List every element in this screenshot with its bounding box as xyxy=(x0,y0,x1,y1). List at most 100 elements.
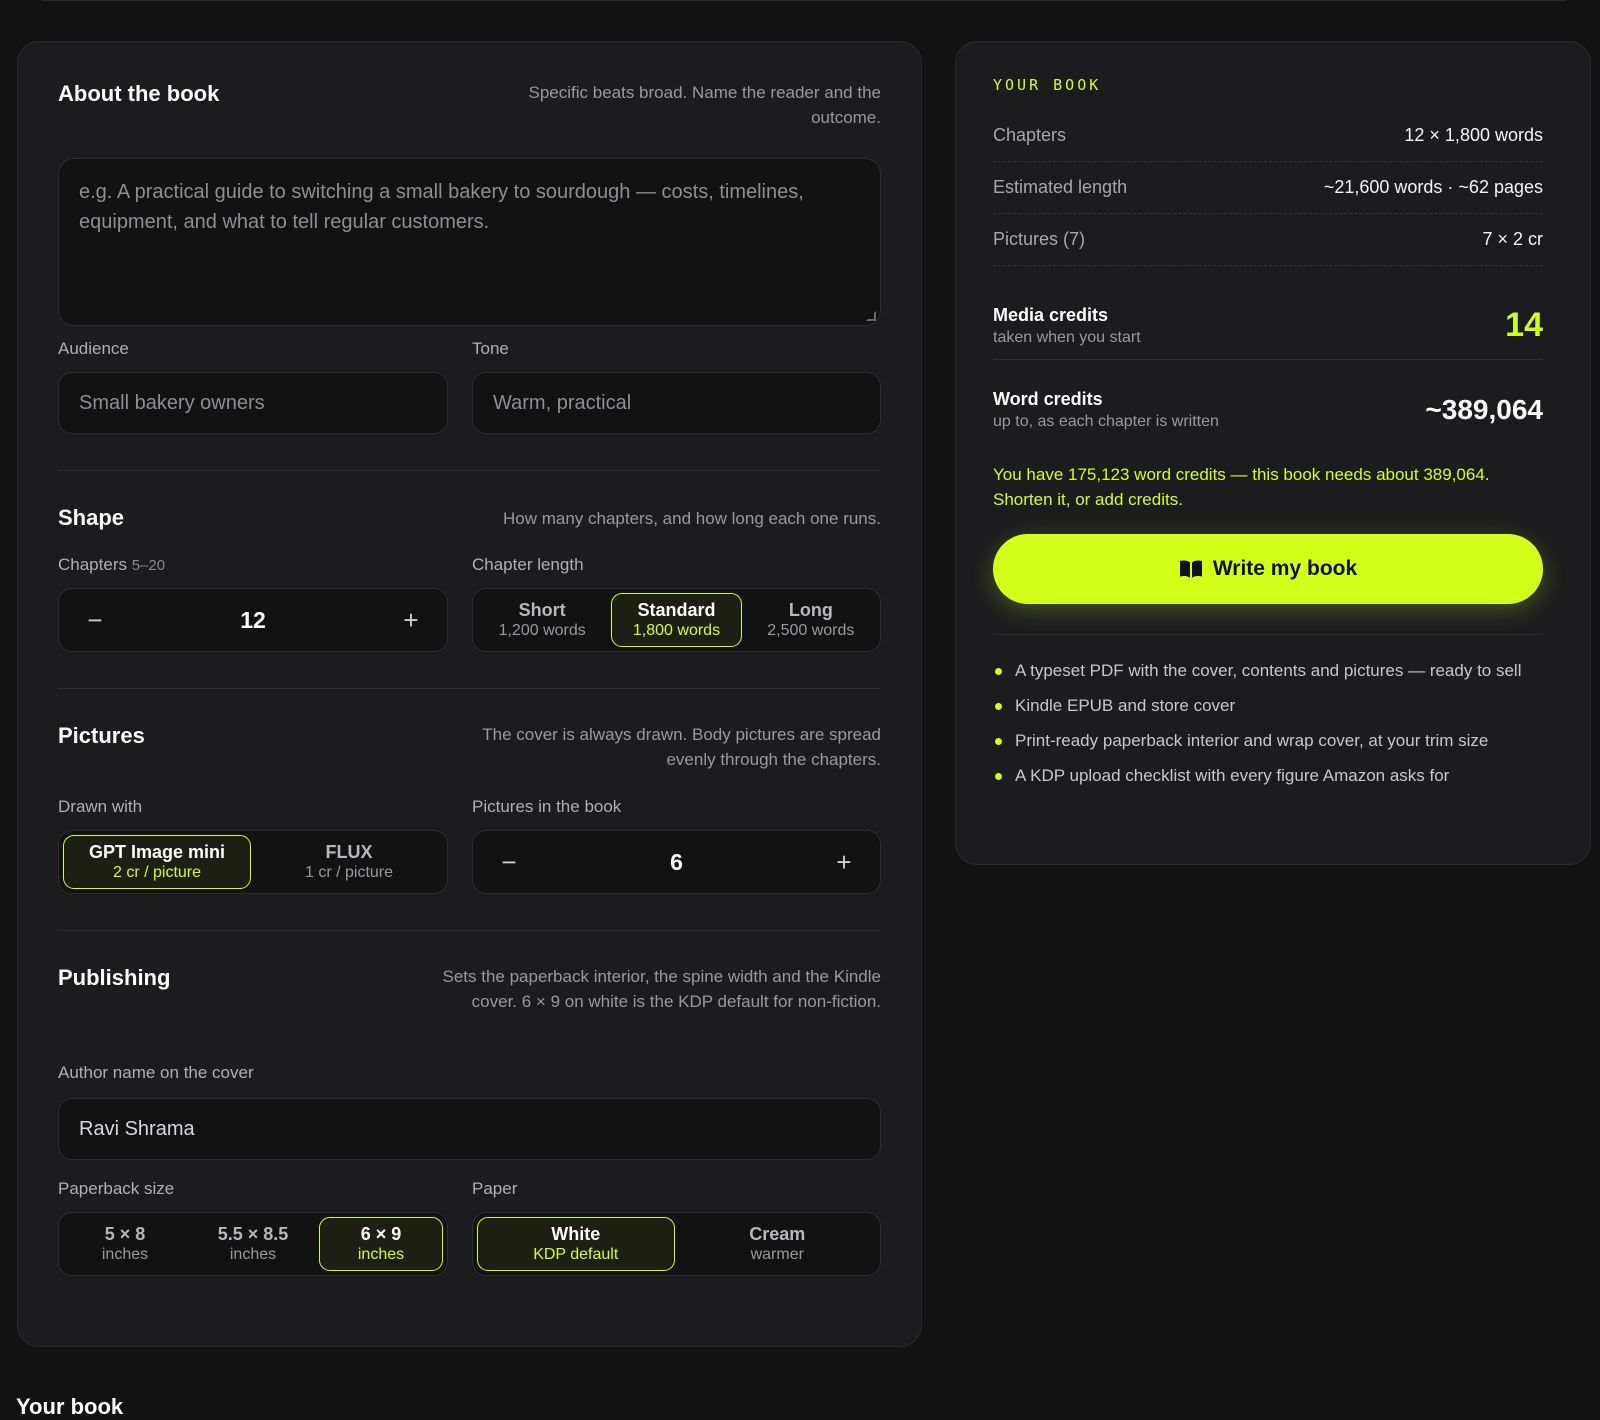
row-key: Estimated length xyxy=(993,177,1128,197)
row-value: 12 × 1,800 words xyxy=(1404,125,1543,145)
next-section-title: Your book xyxy=(16,1394,124,1419)
chapters-stepper[interactable]: − 12 + xyxy=(58,588,448,652)
publishing-hint: Sets the paperback interior, the spine w… xyxy=(442,967,881,1011)
model-flux[interactable]: FLUX 1 cr / picture xyxy=(255,835,443,889)
option-sub: warmer xyxy=(750,1246,804,1263)
credit-warning: You have 175,123 word credits — this boo… xyxy=(993,465,1490,509)
about-title: About the book xyxy=(58,81,220,106)
image-model-segmented: GPT Image mini 2 cr / picture FLUX 1 cr … xyxy=(58,830,448,894)
option-title: Long xyxy=(788,600,833,620)
option-sub: inches xyxy=(229,1246,277,1263)
summary-row-length: Estimated length ~21,600 words · ~62 pag… xyxy=(993,162,1543,214)
write-my-book-button[interactable]: Write my book xyxy=(993,534,1543,604)
option-title: White xyxy=(551,1224,601,1244)
media-credits-sub: taken when you start xyxy=(993,328,1141,346)
chapters-value: 12 xyxy=(240,606,266,633)
book-description-placeholder: e.g. A practical guide to switching a sm… xyxy=(79,181,804,233)
media-credits-value: 14 xyxy=(1505,306,1543,344)
option-title: Cream xyxy=(749,1224,806,1244)
book-description-textarea[interactable]: e.g. A practical guide to switching a sm… xyxy=(58,158,881,326)
row-key: Chapters xyxy=(993,125,1067,145)
pictures-increment-button[interactable]: + xyxy=(830,847,858,878)
word-credits-value: ~389,064 xyxy=(1425,394,1543,425)
publishing-title: Publishing xyxy=(58,965,171,990)
tone-input[interactable]: Warm, practical xyxy=(472,372,881,434)
row-key: Pictures (7) xyxy=(993,229,1086,249)
drawn-with-label: Drawn with xyxy=(58,797,143,816)
top-bar xyxy=(34,0,1574,1)
pictures-stepper[interactable]: − 6 + xyxy=(472,830,881,894)
option-sub: 2,500 words xyxy=(767,622,855,639)
chapter-length-long[interactable]: Long 2,500 words xyxy=(746,593,876,647)
word-credits: Word credits up to, as each chapter is w… xyxy=(993,384,1543,436)
row-value: ~21,600 words · ~62 pages xyxy=(1323,177,1543,197)
audience-input[interactable]: Small bakery owners xyxy=(58,372,448,434)
option-sub: 2 cr / picture xyxy=(112,864,202,881)
resize-grip-icon[interactable] xyxy=(866,311,876,321)
book-form-card: About the book Specific beats broad. Nam… xyxy=(17,41,922,1347)
list-item: Print-ready paperback interior and wrap … xyxy=(993,728,1553,753)
size-6x9[interactable]: 6 × 9 inches xyxy=(319,1217,443,1271)
pictures-hint: The cover is always drawn. Body pictures… xyxy=(482,725,881,769)
chapters-increment-button[interactable]: + xyxy=(397,605,425,636)
summary-row-chapters: Chapters 12 × 1,800 words xyxy=(993,110,1543,162)
pictures-decrement-button[interactable]: − xyxy=(495,847,523,878)
media-credits-title: Media credits xyxy=(993,304,1109,325)
row-value: 7 × 2 cr xyxy=(1482,229,1543,249)
publishing-section-header: Publishing Sets the paperback interior, … xyxy=(58,964,881,1014)
paperback-size-label: Paperback size xyxy=(58,1179,175,1198)
option-title: 6 × 9 xyxy=(360,1224,402,1244)
summary-row-pictures: Pictures (7) 7 × 2 cr xyxy=(993,214,1543,266)
word-credits-sub: up to, as each chapter is written xyxy=(993,413,1219,430)
size-5-5x8-5[interactable]: 5.5 × 8.5 inches xyxy=(191,1217,315,1271)
paper-segmented: White KDP default Cream warmer xyxy=(472,1212,881,1276)
divider xyxy=(993,634,1543,635)
option-title: GPT Image mini xyxy=(88,842,226,862)
paperback-size-segmented: 5 × 8 inches 5.5 × 8.5 inches 6 × 9 inch… xyxy=(58,1212,448,1276)
book-summary-card: YOUR BOOK Chapters 12 × 1,800 words Esti… xyxy=(955,41,1591,865)
paper-label: Paper xyxy=(472,1179,518,1198)
shape-hint: How many chapters, and how long each one… xyxy=(502,509,881,528)
deliverables-list: A typeset PDF with the cover, contents a… xyxy=(993,658,1553,798)
list-item: A typeset PDF with the cover, contents a… xyxy=(993,658,1553,683)
paper-cream[interactable]: Cream warmer xyxy=(679,1217,877,1271)
summary-eyebrow: YOUR BOOK xyxy=(993,76,1102,94)
chapters-decrement-button[interactable]: − xyxy=(81,605,109,636)
book-icon xyxy=(1179,560,1202,578)
divider xyxy=(58,688,881,689)
option-sub: inches xyxy=(101,1246,149,1263)
author-name-value: Ravi Shrama xyxy=(79,1117,195,1140)
option-title: Short xyxy=(518,600,566,620)
option-title: Standard xyxy=(637,600,716,620)
option-sub: 1,800 words xyxy=(632,622,721,639)
list-item: A KDP upload checklist with every figure… xyxy=(993,763,1553,788)
write-my-book-label: Write my book xyxy=(1212,557,1358,580)
option-sub: KDP default xyxy=(533,1246,619,1263)
pictures-value: 6 xyxy=(670,848,683,875)
model-gpt-image-mini[interactable]: GPT Image mini 2 cr / picture xyxy=(63,835,251,889)
option-title: 5.5 × 8.5 xyxy=(217,1224,289,1244)
chapter-length-standard[interactable]: Standard 1,800 words xyxy=(611,593,742,647)
audience-placeholder: Small bakery owners xyxy=(79,391,265,414)
tone-placeholder: Warm, practical xyxy=(493,391,632,414)
media-credits: Media credits taken when you start 14 xyxy=(993,302,1543,360)
author-name-input[interactable]: Ravi Shrama xyxy=(58,1098,881,1160)
option-sub: 1 cr / picture xyxy=(304,864,394,881)
chapters-range: 5–20 xyxy=(131,557,166,574)
shape-title: Shape xyxy=(58,505,125,530)
about-hint: Specific beats broad. Name the reader an… xyxy=(528,83,882,127)
word-credits-title: Word credits xyxy=(993,389,1103,409)
author-name-label: Author name on the cover xyxy=(58,1063,254,1082)
size-5x8[interactable]: 5 × 8 inches xyxy=(63,1217,187,1271)
chapters-label: Chapters 5–20 xyxy=(58,554,165,577)
divider xyxy=(58,470,881,471)
divider xyxy=(58,930,881,931)
chapter-length-label: Chapter length xyxy=(472,555,584,574)
tone-label: Tone xyxy=(472,339,509,358)
pictures-count-label: Pictures in the book xyxy=(472,797,622,816)
list-item: Kindle EPUB and store cover xyxy=(993,693,1553,718)
pictures-section-header: Pictures The cover is always drawn. Body… xyxy=(58,722,881,772)
chapter-length-short[interactable]: Short 1,200 words xyxy=(477,593,607,647)
option-sub: inches xyxy=(357,1246,405,1263)
paper-white[interactable]: White KDP default xyxy=(477,1217,675,1271)
